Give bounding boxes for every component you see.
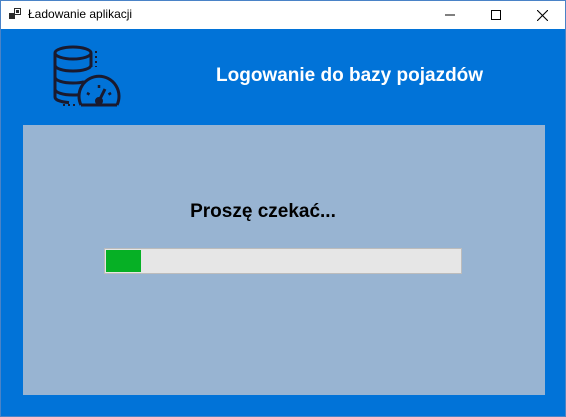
title-bar[interactable]: Ładowanie aplikacji bbox=[1, 1, 565, 29]
status-message: Proszę czekać... bbox=[23, 201, 545, 223]
loading-panel: Proszę czekać... bbox=[23, 125, 545, 395]
status-message-text: Proszę czekać... bbox=[190, 201, 336, 222]
splash-content: Logowanie do bazy pojazdów Proszę czekać… bbox=[1, 29, 565, 416]
maximize-icon bbox=[491, 10, 501, 20]
close-button[interactable] bbox=[519, 1, 565, 29]
maximize-button[interactable] bbox=[473, 1, 519, 29]
progress-bar bbox=[104, 248, 462, 274]
minimize-button[interactable] bbox=[427, 1, 473, 29]
progress-bar-fill bbox=[106, 250, 141, 272]
app-window-icon bbox=[9, 8, 21, 19]
close-icon bbox=[536, 9, 548, 21]
app-window: Ładowanie aplikacji Logowanie do bazy po… bbox=[0, 0, 566, 417]
header-title: Logowanie do bazy pojazdów bbox=[216, 65, 484, 86]
database-speedometer-icon bbox=[53, 45, 121, 107]
window-title: Ładowanie aplikacji bbox=[28, 7, 133, 21]
minimize-icon bbox=[445, 14, 455, 16]
